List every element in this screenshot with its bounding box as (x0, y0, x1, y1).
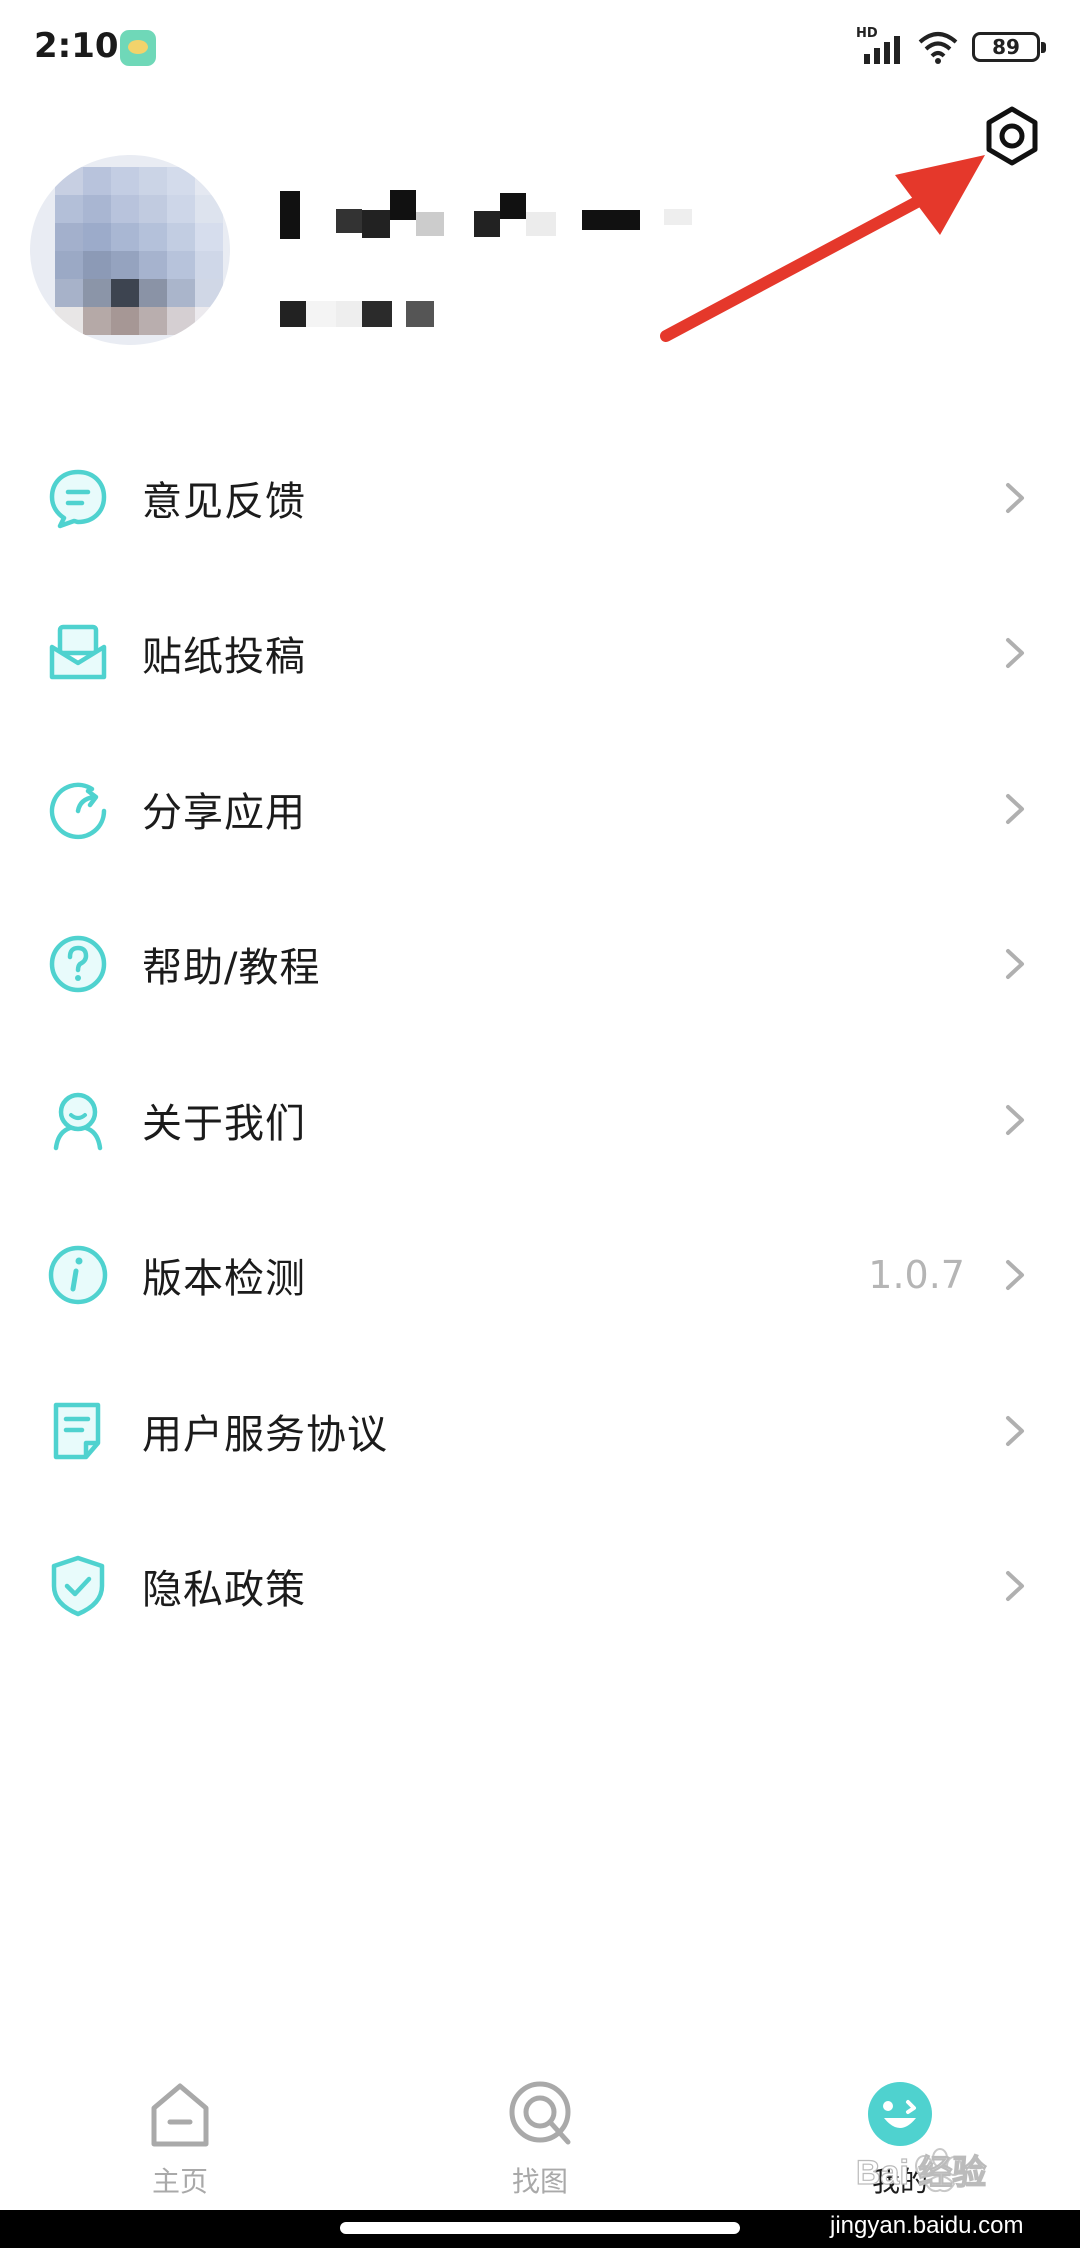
shield-check-icon (51, 1556, 105, 1617)
baidu-paw-watermark: Bai 经验 (855, 2148, 987, 2193)
menu-label: 用户服务协议 (142, 1411, 388, 1458)
help-question-icon (49, 936, 107, 993)
menu-item-privacy-policy[interactable]: 隐私政策 (0, 1509, 1080, 1665)
app-notification-icon (120, 30, 156, 66)
chevron-right-icon (1006, 1260, 1024, 1291)
watermark-url: jingyan.baidu.com (830, 2212, 1024, 2239)
status-time: 2:10 (34, 26, 119, 66)
menu-label: 关于我们 (142, 1100, 306, 1147)
chevron-right-icon (1006, 949, 1024, 980)
menu-item-feedback[interactable]: 意见反馈 (0, 420, 1080, 576)
avatar[interactable] (30, 155, 230, 345)
battery-indicator: 89 (972, 32, 1046, 62)
chevron-right-icon (1006, 1415, 1024, 1446)
chevron-right-icon (1006, 1571, 1024, 1602)
nav-find-image[interactable]: 找图 (440, 2080, 640, 2210)
menu-item-help[interactable]: 帮助/教程 (0, 887, 1080, 1043)
mail-envelope-icon (49, 625, 107, 680)
search-image-icon (509, 2081, 571, 2145)
document-icon (53, 1402, 101, 1459)
username-redacted (280, 190, 692, 240)
menu-label: 分享应用 (142, 789, 306, 836)
annotation-arrow (660, 155, 985, 342)
user-id-redacted (280, 300, 434, 328)
menu-label: 贴纸投稿 (142, 634, 306, 681)
nav-home[interactable]: 主页 (80, 2080, 280, 2210)
info-icon (48, 1246, 108, 1305)
status-bar: 2:10 HD 89 (0, 0, 1080, 95)
share-refresh-icon (49, 782, 107, 839)
chevron-right-icon (1006, 638, 1024, 669)
chevron-right-icon (1006, 482, 1024, 513)
settings-menu: 意见反馈 贴纸投稿 分享应用 帮助/教程 关于我们 版本检测 1.0.7 用户服… (0, 420, 1080, 1664)
menu-label: 版本检测 (142, 1256, 306, 1303)
version-number: 1.0.7 (868, 1253, 965, 1298)
menu-label: 意见反馈 (142, 478, 306, 525)
home-indicator[interactable] (340, 2222, 740, 2234)
about-person-icon (53, 1092, 103, 1150)
signal-icon (864, 36, 900, 64)
menu-label: 帮助/教程 (142, 945, 321, 992)
home-icon (151, 2083, 209, 2147)
menu-item-share-app[interactable]: 分享应用 (0, 731, 1080, 887)
wifi-icon (918, 32, 958, 64)
feedback-bubble-icon (49, 469, 107, 528)
avatar-mosaic (55, 167, 223, 335)
chevron-right-icon (1006, 1104, 1024, 1135)
watermark-text: Bai 经验 (856, 2153, 986, 2192)
chevron-right-icon (1006, 793, 1024, 824)
nav-label: 找图 (511, 2165, 568, 2198)
menu-item-user-agreement[interactable]: 用户服务协议 (0, 1353, 1080, 1509)
nav-label: 主页 (151, 2165, 208, 2198)
menu-label: 隐私政策 (142, 1567, 306, 1614)
menu-item-version-check[interactable]: 版本检测 1.0.7 (0, 1198, 1080, 1354)
menu-item-about-us[interactable]: 关于我们 (0, 1042, 1080, 1198)
menu-item-sticker-submit[interactable]: 贴纸投稿 (0, 576, 1080, 732)
